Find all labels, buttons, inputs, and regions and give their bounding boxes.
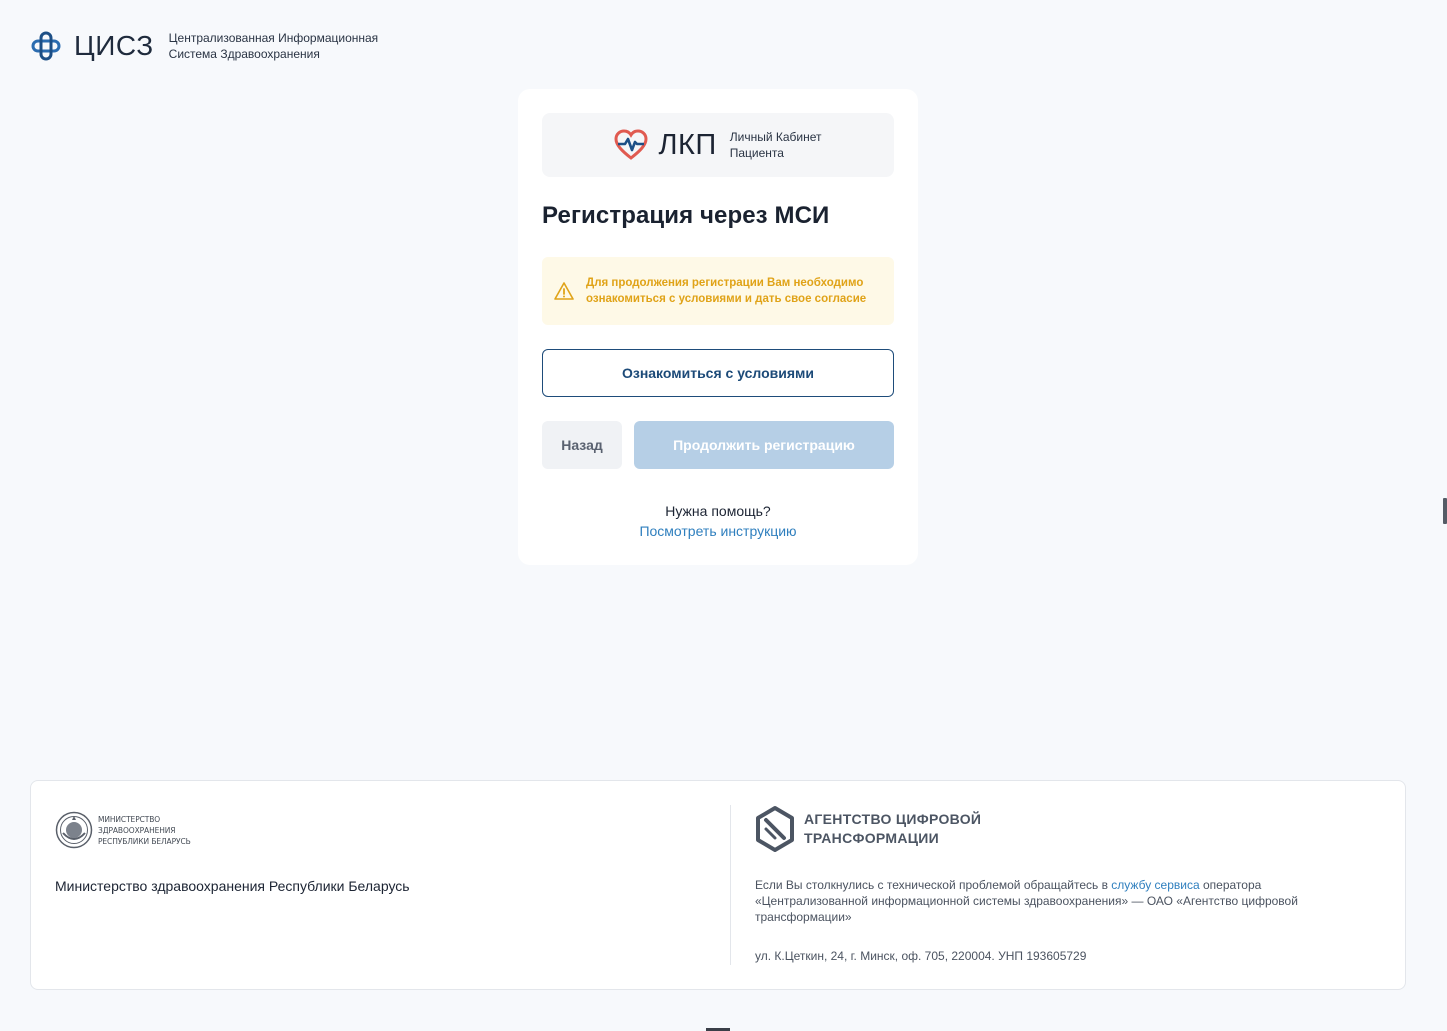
help-block: Нужна помощь? Посмотреть инструкцию [518,501,918,541]
page-title: Регистрация через МСИ [542,202,830,229]
read-terms-button[interactable]: Ознакомиться с условиями [542,349,894,397]
lkp-abbr: ЛКП [658,129,717,161]
ministry-logo[interactable]: Министерство здравоохранения Республики … [55,811,191,849]
ministry-name: Министерство здравоохранения Республики … [55,878,410,894]
service-desk-link[interactable]: службу сервиса [1111,878,1199,892]
help-question: Нужна помощь? [665,503,771,519]
warning-triangle-icon [554,282,574,300]
back-button[interactable]: Назад [542,421,622,469]
lkp-brand: ЛКП Личный Кабинет Пациента [542,113,894,177]
agency-logo-icon [756,806,794,852]
header-abbr: ЦИСЗ [74,30,154,61]
support-text: Если Вы столкнулись с технической пробле… [755,878,1298,924]
agency-logo[interactable]: АГЕНТСТВО ЦИФРОВОЙ ТРАНСФОРМАЦИИ [754,805,981,853]
instruction-link[interactable]: Посмотреть инструкцию [518,521,918,541]
header-logo[interactable]: ЦИСЗ Централизованная Информационная Сис… [29,29,378,63]
continue-registration-button[interactable]: Продолжить регистрацию [634,421,894,469]
ministry-logo-text: Министерство здравоохранения Республики … [98,814,191,846]
scrollbar-thumb[interactable] [1443,498,1447,524]
lkp-full-name: Личный Кабинет Пациента [729,130,822,160]
consent-notice: Для продолжения регистрации Вам необходи… [542,257,894,325]
cisz-logo-icon [31,31,61,61]
footer: Министерство здравоохранения Республики … [30,780,1406,990]
state-emblem-icon [55,811,93,849]
notice-text: Для продолжения регистрации Вам необходи… [586,277,867,305]
footer-divider [730,805,731,965]
registration-card: ЛКП Личный Кабинет Пациента Регистрация … [518,89,918,565]
heart-pulse-icon [614,129,648,160]
header-full-name: Централизованная Информационная Система … [168,31,379,61]
company-address: ул. К.Цеткин, 24, г. Минск, оф. 705, 220… [755,949,1087,963]
agency-name: АГЕНТСТВО ЦИФРОВОЙ ТРАНСФОРМАЦИИ [804,811,982,846]
